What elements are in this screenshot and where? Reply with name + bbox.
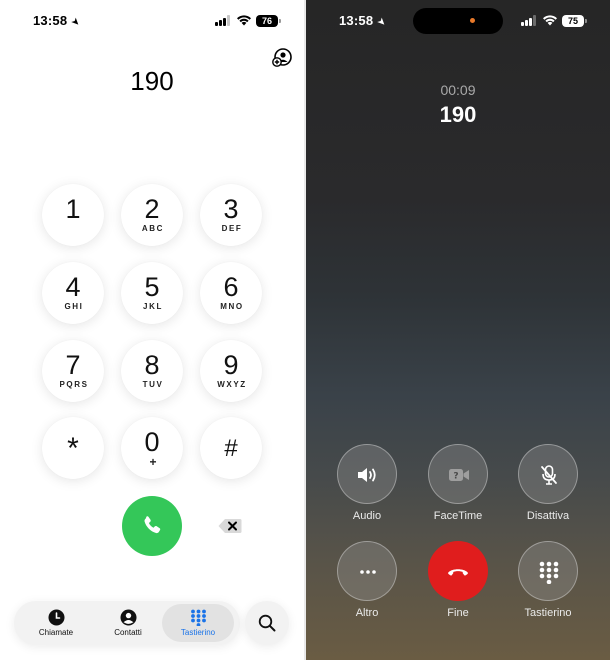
cellular-signal-icon (521, 15, 537, 26)
dialer-screen: 13:58➤ 76 190 1 2 ABC 3 DEF 4 GHI 5 JKL 6 MNO… (0, 0, 304, 660)
status-bar: 13:58➤ 76 (0, 12, 304, 30)
search-icon (258, 614, 276, 632)
tab-tastierino[interactable]: Tastierino (162, 604, 234, 642)
facetime-icon: ? (449, 469, 469, 482)
mic-off-icon (541, 465, 557, 485)
callee-number: 190 (439, 102, 477, 127)
location-arrow-icon: ➤ (374, 15, 389, 30)
keypad-icon (539, 561, 559, 584)
keypad-key-hash[interactable]: # (200, 417, 262, 479)
status-time: 13:58➤ (33, 13, 83, 30)
phone-icon (144, 516, 161, 534)
keypad-key-6[interactable]: 6 MNO (200, 262, 262, 324)
in-call-screen: 13:58➤ 75 00:09 190 Audio ? FaceTime Dis… (306, 0, 610, 660)
clock-icon (48, 609, 65, 626)
wifi-icon (543, 15, 557, 26)
keypad-key-5[interactable]: 5 JKL (121, 262, 183, 324)
tab-bar: Chiamate Contatti Tastierino (14, 601, 240, 645)
dynamic-island (413, 8, 503, 34)
search-button[interactable] (245, 601, 289, 645)
keypad-icon (191, 609, 206, 626)
keypad-key-star[interactable]: * (42, 417, 104, 479)
person-icon (120, 609, 137, 626)
battery-icon: 75 (562, 15, 584, 27)
keypad-key-0[interactable]: 0 + (121, 417, 183, 479)
keypad-button[interactable]: Tastierino (518, 541, 578, 619)
facetime-button[interactable]: ? FaceTime (428, 444, 488, 522)
call-indicator-dot (470, 18, 475, 23)
add-contact-icon[interactable] (272, 48, 292, 68)
keypad-key-4[interactable]: 4 GHI (42, 262, 104, 324)
mute-button[interactable]: Disattiva (518, 444, 578, 522)
battery-icon: 76 (256, 15, 278, 27)
keypad-key-3[interactable]: 3 DEF (200, 184, 262, 246)
wifi-icon (237, 15, 251, 26)
audio-button[interactable]: Audio (337, 444, 397, 522)
keypad-key-1[interactable]: 1 (42, 184, 104, 246)
more-button[interactable]: Altro (337, 541, 397, 619)
status-time: 13:58➤ (339, 13, 389, 30)
backspace-icon[interactable] (218, 518, 242, 534)
speaker-icon (358, 468, 376, 482)
tab-contatti[interactable]: Contatti (92, 601, 164, 645)
end-call-button[interactable]: Fine (428, 541, 488, 619)
cellular-signal-icon (215, 15, 231, 26)
call-timer: 00:09 (440, 82, 476, 98)
svg-text:?: ? (453, 472, 458, 482)
keypad-key-8[interactable]: 8 TUV (121, 340, 183, 402)
call-button[interactable] (122, 496, 182, 556)
more-icon (360, 570, 376, 574)
dialed-number: 190 (130, 66, 174, 96)
keypad-key-2[interactable]: 2 ABC (121, 184, 183, 246)
keypad-key-7[interactable]: 7 PQRS (42, 340, 104, 402)
location-arrow-icon: ➤ (68, 15, 83, 30)
keypad-key-9[interactable]: 9 WXYZ (200, 340, 262, 402)
tab-chiamate[interactable]: Chiamate (20, 601, 92, 645)
end-call-icon (448, 569, 468, 576)
